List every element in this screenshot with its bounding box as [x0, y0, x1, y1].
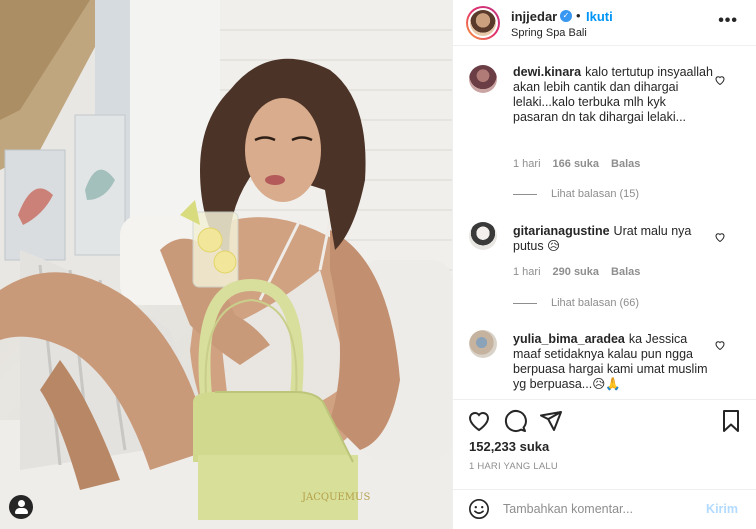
- photo-illustration: JACQUEMUS: [0, 0, 452, 529]
- view-replies-label: Lihat balasan (66): [551, 297, 640, 309]
- reply-button[interactable]: Balas: [611, 158, 640, 170]
- comments-list[interactable]: dewi.kinara kalo tertutup insyaallah akan…: [453, 47, 756, 399]
- comment-icon[interactable]: [503, 409, 527, 433]
- follow-button[interactable]: Ikuti: [586, 9, 613, 24]
- post-timestamp[interactable]: 1 HARI YANG LALU: [469, 461, 558, 472]
- author-avatar[interactable]: [466, 6, 500, 40]
- commenter-username[interactable]: gitarianagustine: [513, 224, 610, 238]
- view-replies-button[interactable]: Lihat balasan (15): [513, 188, 639, 200]
- emoji-icon[interactable]: [468, 498, 490, 520]
- bag-brand-text: JACQUEMUS: [301, 492, 370, 503]
- heart-icon[interactable]: [467, 409, 491, 433]
- comment-input[interactable]: [503, 498, 683, 520]
- post-header: injjedar ✓ • Ikuti Spring Spa Bali •••: [453, 0, 756, 46]
- comment-like-heart-icon[interactable]: [714, 339, 726, 351]
- view-replies-button[interactable]: Lihat balasan (66): [513, 297, 639, 309]
- comment-likes[interactable]: 166 suka: [553, 158, 599, 170]
- tagged-user-icon[interactable]: [9, 495, 33, 519]
- comment-meta: 1 hari 290 suka Balas: [513, 266, 640, 278]
- comment-time[interactable]: 1 hari: [513, 266, 541, 278]
- add-comment-bar: Kirim: [453, 489, 756, 529]
- commenter-avatar[interactable]: [469, 222, 497, 250]
- more-options-icon[interactable]: •••: [718, 12, 738, 30]
- commenter-avatar[interactable]: [469, 330, 497, 358]
- view-replies-label: Lihat balasan (15): [551, 188, 640, 200]
- comment-meta: 1 hari 166 suka Balas: [513, 158, 640, 170]
- comment-time[interactable]: 1 hari: [513, 158, 541, 170]
- post-comment-button[interactable]: Kirim: [706, 502, 738, 516]
- share-icon[interactable]: [539, 409, 563, 433]
- author-username[interactable]: injjedar: [511, 9, 557, 24]
- post-actions: 152,233 suka 1 HARI YANG LALU: [453, 399, 756, 489]
- post-location[interactable]: Spring Spa Bali: [511, 27, 587, 39]
- reply-button[interactable]: Balas: [611, 266, 640, 278]
- post-photo[interactable]: JACQUEMUS: [0, 0, 452, 529]
- commenter-username[interactable]: yulia_bima_aradea: [513, 332, 625, 346]
- bookmark-icon[interactable]: [719, 409, 743, 433]
- instagram-post: JACQUEMUS injjedar ✓ • Ikuti Spring Spa …: [0, 0, 756, 529]
- commenter-avatar[interactable]: [469, 65, 497, 93]
- post-side-panel: injjedar ✓ • Ikuti Spring Spa Bali ••• d…: [452, 0, 756, 529]
- comment-likes[interactable]: 290 suka: [553, 266, 599, 278]
- header-separator: •: [576, 8, 581, 23]
- comment-like-heart-icon[interactable]: [714, 231, 726, 243]
- post-like-count[interactable]: 152,233 suka: [469, 439, 549, 454]
- verified-badge-icon: ✓: [560, 10, 572, 22]
- comment-like-heart-icon[interactable]: [714, 74, 726, 86]
- commenter-username[interactable]: dewi.kinara: [513, 65, 581, 79]
